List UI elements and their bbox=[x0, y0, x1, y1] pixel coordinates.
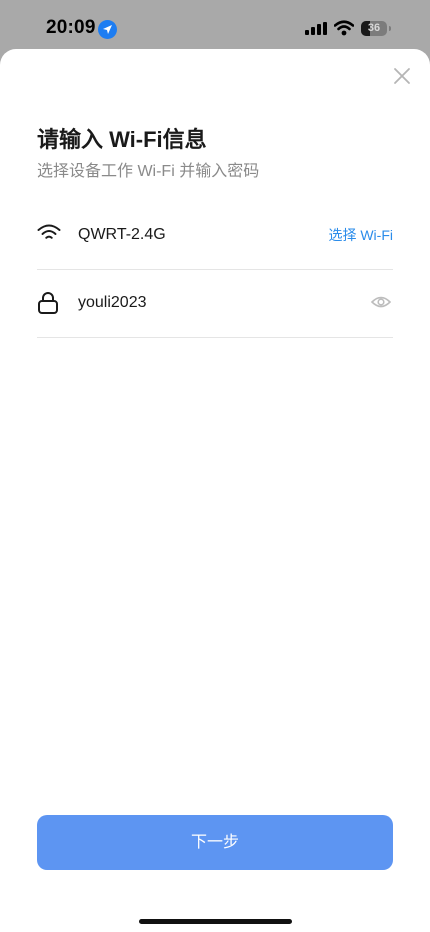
page-title: 请输入 Wi-Fi信息 bbox=[37, 127, 207, 152]
password-row bbox=[37, 269, 393, 338]
location-arrow-icon bbox=[98, 20, 117, 39]
battery-level: 36 bbox=[367, 22, 381, 34]
wifi-icon bbox=[37, 224, 61, 239]
home-indicator bbox=[139, 919, 292, 924]
eye-icon[interactable] bbox=[371, 294, 391, 310]
status-bar: 20:09 36 bbox=[0, 0, 430, 52]
page-subtitle: 选择设备工作 Wi-Fi 并输入密码 bbox=[37, 163, 260, 180]
password-input[interactable] bbox=[78, 269, 328, 337]
wifi-setup-sheet: 请输入 Wi-Fi信息 选择设备工作 Wi-Fi 并输入密码 QWRT-2.4G… bbox=[0, 49, 430, 932]
battery-icon: 36 bbox=[361, 21, 387, 36]
select-wifi-link[interactable]: 选择 Wi-Fi bbox=[328, 201, 393, 269]
wifi-status-icon bbox=[334, 20, 354, 36]
cellular-signal-icon bbox=[305, 22, 327, 35]
status-time: 20:09 bbox=[46, 17, 96, 38]
lock-icon bbox=[38, 292, 58, 314]
wifi-ssid-row: QWRT-2.4G 选择 Wi-Fi bbox=[37, 201, 393, 270]
next-step-button[interactable]: 下一步 bbox=[37, 815, 393, 870]
wifi-ssid-value[interactable]: QWRT-2.4G bbox=[78, 201, 328, 269]
close-icon[interactable] bbox=[390, 64, 414, 88]
battery-cap bbox=[389, 26, 391, 31]
